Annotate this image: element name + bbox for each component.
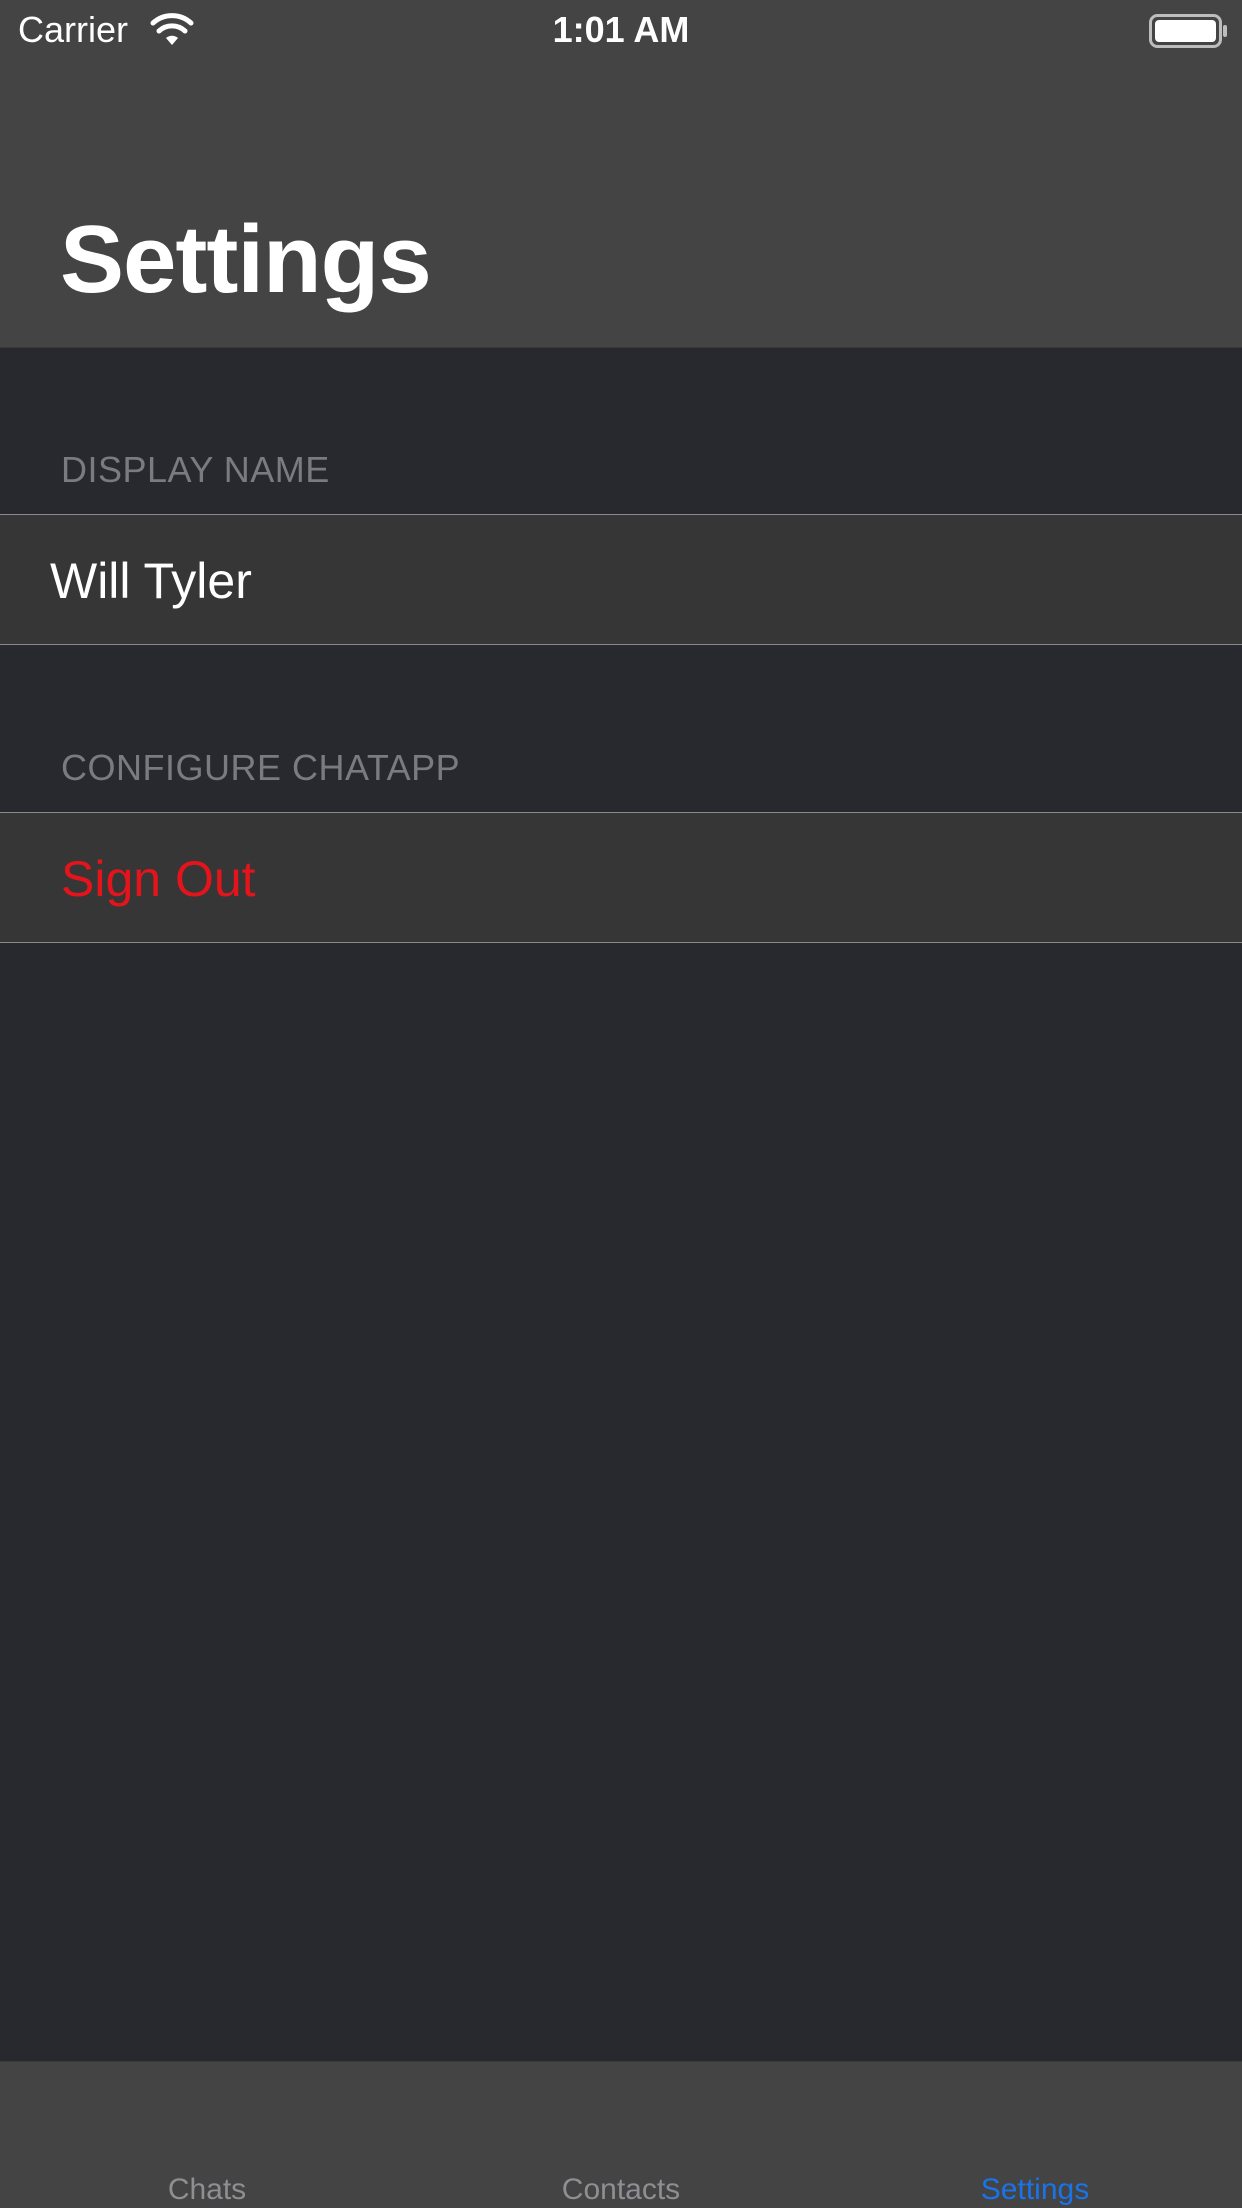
sign-out-button[interactable]: Sign Out xyxy=(0,812,1242,943)
status-bar: Carrier 1:01 AM xyxy=(0,0,1242,64)
section-header-display-name: DISPLAY NAME xyxy=(61,449,330,490)
tab-chats-label: Chats xyxy=(167,2173,247,2206)
display-name-cell[interactable]: Will Tyler xyxy=(0,514,1242,645)
tab-contacts-label: Contacts xyxy=(561,2173,681,2206)
navigation-bar: Carrier 1:01 AM Settings xyxy=(0,0,1242,348)
display-name-value: Will Tyler xyxy=(50,553,252,609)
settings-screen: Carrier 1:01 AM Settings DISPLAY NAME Wi… xyxy=(0,0,1242,2208)
tab-bar: Chats Contacts Settings xyxy=(0,2061,1242,2208)
sign-out-label: Sign Out xyxy=(61,851,256,907)
status-time: 1:01 AM xyxy=(552,9,690,50)
section-header-configure: CONFIGURE CHATAPP xyxy=(61,747,461,788)
tab-settings-label: Settings xyxy=(980,2173,1090,2206)
battery-full-icon xyxy=(1149,14,1227,48)
tab-settings[interactable]: Settings xyxy=(828,2062,1242,2208)
page-title: Settings xyxy=(60,206,432,313)
tab-contacts[interactable]: Contacts xyxy=(414,2062,828,2208)
tab-chats[interactable]: Chats xyxy=(0,2062,414,2208)
